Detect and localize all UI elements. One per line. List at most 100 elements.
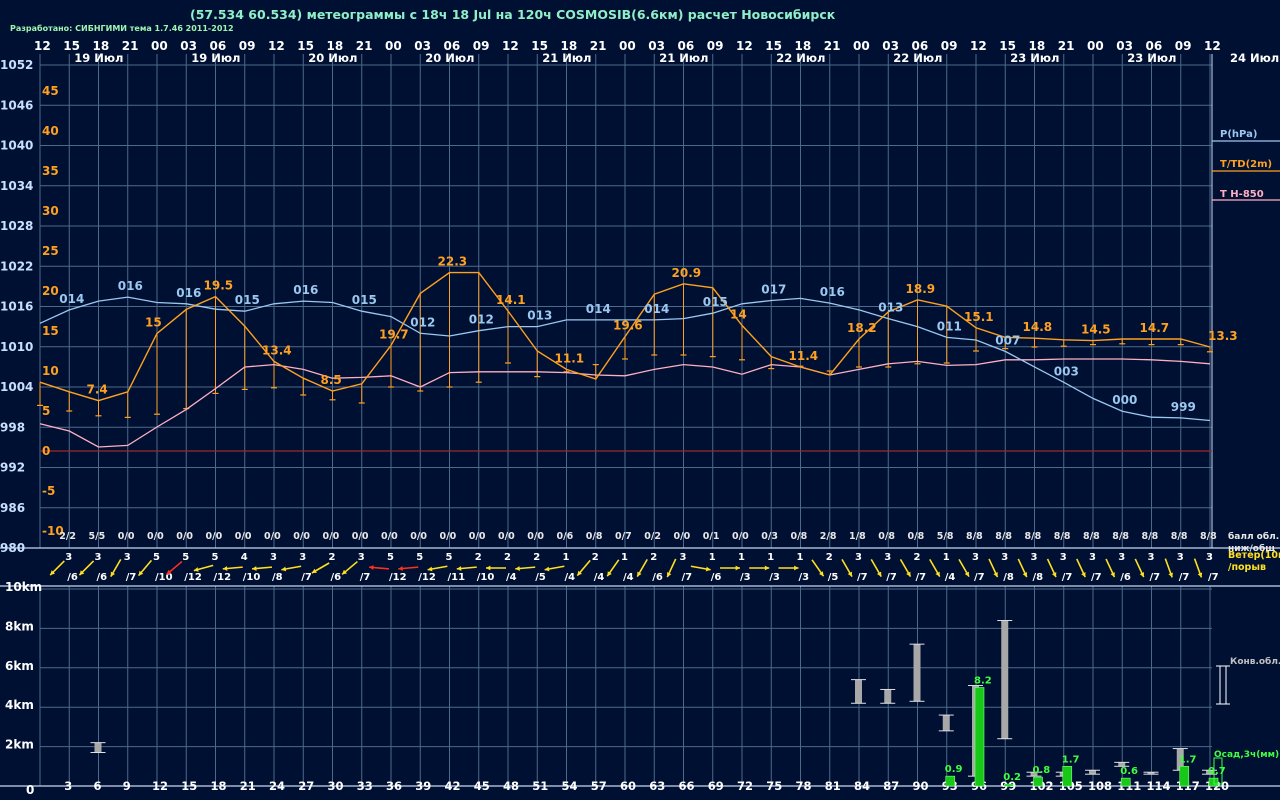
forecast-hour-label: 42 [445,779,461,793]
forecast-hour-label: 81 [825,779,841,793]
pressure-value-label: 000 [1112,393,1137,407]
cloud-cover-value: 0/3 [761,531,778,542]
pressure-tick-label: 998 [0,420,25,434]
pressure-value-label: 014 [59,292,84,306]
wind-speed-value: 1 [767,552,774,563]
wind-gust-value: /11 [448,572,466,583]
cloud-cover-value: 8/8 [1142,531,1159,542]
hour-tick-label: 00 [151,39,168,53]
pressure-tick-label: 992 [0,461,25,475]
forecast-hour-label: 21 [240,779,256,793]
wind-arrow-head [486,565,491,571]
height-tick-label: 6km [5,659,34,673]
pressure-tick-label: 1046 [0,98,33,112]
pressure-tick-label: 1052 [0,58,33,72]
pressure-value-label: 013 [878,301,903,315]
wind-gust-value: /4 [506,572,517,583]
pressure-value-label: 013 [527,309,552,323]
cloud-cover-value: 0/0 [206,531,223,542]
wind-gust-value: /7 [857,572,868,583]
wind-speed-value: 3 [299,552,306,563]
precipitation-value: 8.2 [974,676,992,687]
pressure-tick-label: 1022 [0,259,33,273]
pressure-value-label: 003 [1054,364,1079,378]
cloud-cover-value: 0/2 [644,531,661,542]
pressure-value-label: 015 [703,295,728,309]
forecast-hour-label: 3 [64,779,72,793]
wind-arrow-head [456,566,462,571]
hour-tick-label: 09 [941,39,958,53]
wind-speed-value: 3 [95,552,102,563]
cloud-cover-value: 8/8 [995,531,1012,542]
wind-gust-value: /7 [682,572,693,583]
wind-gust-value: /7 [916,572,927,583]
cloud-cover-value: 0/0 [440,531,457,542]
hour-tick-label: 09 [707,39,724,53]
date-label: 19 Июл [191,51,240,65]
cloud-cover-value: 2/8 [820,531,837,542]
convective-cloud-bar [855,679,862,704]
precipitation-value: 0.7 [1208,766,1226,777]
hour-tick-label: 09 [1175,39,1192,53]
pressure-tick-label: 1004 [0,380,33,394]
hour-tick-label: 12 [268,39,285,53]
forecast-hour-label: 39 [415,779,431,793]
wind-arrow-head [369,565,374,570]
date-label: 22 Июл [776,51,825,65]
meteogram-page: (57.534 60.534) метеограммы с 18ч 18 Jul… [0,0,1280,800]
cloud-cover-value: 0/0 [469,531,486,542]
wind-gust-value: /6 [97,572,108,583]
temperature-value-label: 19.6 [613,319,643,333]
wind-gust-value: /4 [594,572,605,583]
temperature-value-label: 14 [730,307,747,321]
precipitation-value: 0.6 [1120,766,1138,777]
hour-tick-label: 12 [34,39,51,53]
wind-speed-value: 3 [358,552,365,563]
forecast-hour-label: 24 [269,779,285,793]
date-label: 23 Июл [1010,51,1059,65]
wind-speed-value: 2 [914,552,921,563]
convective-cloud-bar [1001,620,1009,739]
height-tick-label: 0 [26,783,34,797]
temperature-value-label: 14.8 [1023,320,1053,334]
forecast-hour-label: 60 [620,779,636,793]
forecast-hour-label: 33 [357,779,373,793]
temperature-tick-label: 5 [42,404,50,418]
pressure-value-label: 017 [761,282,786,296]
wind-gust-value: /8 [272,572,283,583]
cloud-cover-value: 8/8 [1025,531,1042,542]
temperature-tick-label: 30 [42,204,59,218]
temperature-tick-label: 15 [42,324,59,338]
wind-arrow-head [515,566,520,571]
forecast-hour-label: 84 [854,779,870,793]
wind-gust-value: /7 [1091,572,1102,583]
forecast-hour-label: 36 [386,779,402,793]
cloud-cover-value: 2/2 [59,531,76,542]
wind-speed-value: 3 [1031,552,1038,563]
forecast-hour-label: 108 [1088,779,1112,793]
temperature-tick-label: 20 [42,284,59,298]
wind-speed-value: 3 [972,552,979,563]
forecast-hour-label: 57 [591,779,607,793]
temperature-value-label: 14.5 [1081,323,1111,337]
date-label: 24 Июл [1230,51,1279,65]
convective-cloud-bar [913,644,921,702]
hour-tick-label: 21 [1058,39,1075,53]
date-label: 23 Июл [1127,51,1176,65]
date-label: 21 Июл [542,51,591,65]
wind-speed-value: 3 [855,552,862,563]
cloud-cover-value: 0/0 [264,531,281,542]
temperature-value-label: 19.5 [204,279,234,293]
wind-gust-value: /3 [769,572,780,583]
forecast-hour-label: 48 [503,779,519,793]
temperature-value-label: 14.7 [1140,321,1170,335]
forecast-hour-label: 9 [123,779,131,793]
precipitation-value: 0.8 [1033,765,1051,776]
temperature-value-label: 22.3 [438,255,468,269]
pressure-value-label: 016 [118,279,143,293]
temperature-value-label: 15 [145,315,162,329]
temperature-value-label: 11.1 [555,351,585,365]
forecast-hour-label: 72 [737,779,753,793]
precipitation-value: 1.7 [1062,754,1080,765]
hour-tick-label: 12 [736,39,753,53]
